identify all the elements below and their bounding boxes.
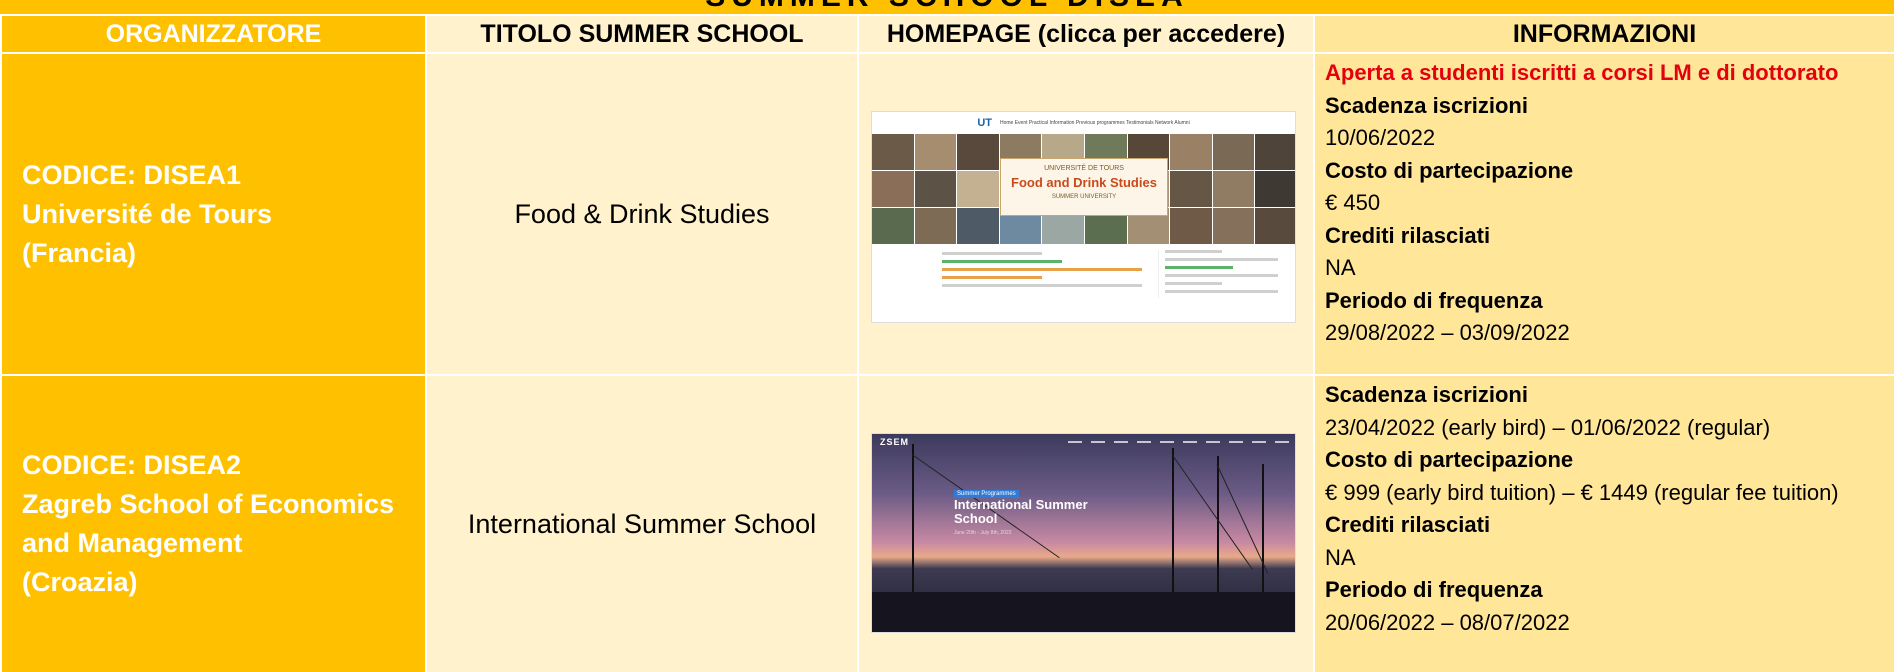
crowd-silhouette	[872, 592, 1295, 632]
organizer-cell: CODICE: DISEA1 Université de Tours (Fran…	[0, 52, 427, 376]
organizer-country: (Francia)	[22, 237, 137, 268]
homepage-link-zsem[interactable]: ZSEM Summer Programmes International Sum…	[871, 433, 1296, 633]
header-title: TITOLO SUMMER SCHOOL	[425, 14, 859, 54]
organizer-name: Université de Tours	[22, 198, 273, 229]
banner-small-text: UNIVERSITÉ DE TOURS	[1044, 165, 1124, 172]
organizer-name-cont: and Management	[22, 528, 243, 558]
organizer-cell: CODICE: DISEA2 Zagreb School of Economic…	[0, 374, 427, 672]
table-header-row: ORGANIZZATORE TITOLO SUMMER SCHOOL HOMEP…	[0, 14, 1894, 54]
thumb-nav-text: Home Event Practical Information Previou…	[999, 120, 1190, 126]
deadline-label: Scadenza iscrizioni	[1325, 92, 1528, 118]
table-row: CODICE: DISEA1 Université de Tours (Fran…	[0, 52, 1894, 376]
thumb-main-column	[942, 252, 1142, 292]
thumb-nav: UT Home Event Practical Information Prev…	[872, 112, 1295, 134]
credits-label: Crediti rilasciati	[1325, 512, 1491, 537]
thumb-nav: ZSEM	[872, 434, 1295, 450]
cost-label: Costo di partecipazione	[1325, 447, 1574, 472]
period-label: Periodo di frequenza	[1325, 287, 1543, 313]
period-label: Periodo di frequenza	[1325, 577, 1543, 602]
info-cell: Aperta a studenti iscritti a corsi LM e …	[1313, 52, 1894, 376]
thumb-date: June 20th - July 8th, 2022	[954, 530, 1012, 536]
thumb-side-column	[1158, 250, 1278, 298]
banner-title: Food and Drink Studies	[1011, 175, 1157, 190]
header-info: INFORMAZIONI	[1313, 14, 1894, 54]
homepage-cell: ZSEM Summer Programmes International Sum…	[857, 374, 1315, 672]
university-logo: UT	[977, 117, 992, 129]
thumb-banner: UNIVERSITÉ DE TOURS Food and Drink Studi…	[1000, 158, 1168, 216]
credits-value: NA	[1325, 255, 1356, 280]
period-value: 20/06/2022 – 08/07/2022	[1325, 609, 1570, 635]
page-title-strip: SUMMER SCHOOL DISEA	[0, 0, 1894, 14]
thumb-title: International Summer School	[954, 497, 1088, 526]
homepage-link-tours[interactable]: UT Home Event Practical Information Prev…	[871, 111, 1296, 323]
page-title: SUMMER SCHOOL DISEA	[0, 0, 1894, 14]
deadline-label: Scadenza iscrizioni	[1325, 382, 1528, 407]
homepage-cell: UT Home Event Practical Information Prev…	[857, 52, 1315, 376]
cost-label: Costo di partecipazione	[1325, 157, 1574, 183]
credits-label: Crediti rilasciati	[1325, 222, 1491, 248]
organizer-country: (Croazia)	[22, 567, 138, 597]
organizer-code: CODICE: DISEA1	[22, 159, 242, 190]
school-title: International Summer School	[467, 508, 817, 539]
school-title-cell: Food & Drink Studies	[425, 52, 859, 376]
school-title-cell: International Summer School	[425, 374, 859, 672]
cost-value: € 999 (early bird tuition) – € 1449 (reg…	[1325, 479, 1839, 505]
deadline-value: 23/04/2022 (early bird) – 01/06/2022 (re…	[1325, 414, 1771, 440]
summer-school-table: ORGANIZZATORE TITOLO SUMMER SCHOOL HOMEP…	[0, 14, 1894, 672]
credits-value: NA	[1325, 544, 1356, 570]
school-title: Food & Drink Studies	[514, 198, 770, 229]
period-value: 29/08/2022 – 03/09/2022	[1325, 320, 1570, 345]
organizer-code: CODICE: DISEA2	[22, 450, 242, 480]
header-organizer: ORGANIZZATORE	[0, 14, 427, 54]
eligibility-note: Aperta a studenti iscritti a corsi LM e …	[1325, 60, 1839, 85]
cost-value: € 450	[1325, 190, 1381, 215]
info-cell: Scadenza iscrizioni 23/04/2022 (early bi…	[1313, 374, 1894, 672]
deadline-value: 10/06/2022	[1325, 125, 1436, 150]
table-row: CODICE: DISEA2 Zagreb School of Economic…	[0, 374, 1894, 672]
organizer-name: Zagreb School of Economics	[22, 489, 395, 519]
banner-subtitle: SUMMER UNIVERSITY	[1051, 194, 1117, 200]
zsem-logo: ZSEM	[880, 437, 910, 447]
header-homepage: HOMEPAGE (clicca per accedere)	[857, 14, 1315, 54]
thumb-body	[872, 246, 1295, 322]
